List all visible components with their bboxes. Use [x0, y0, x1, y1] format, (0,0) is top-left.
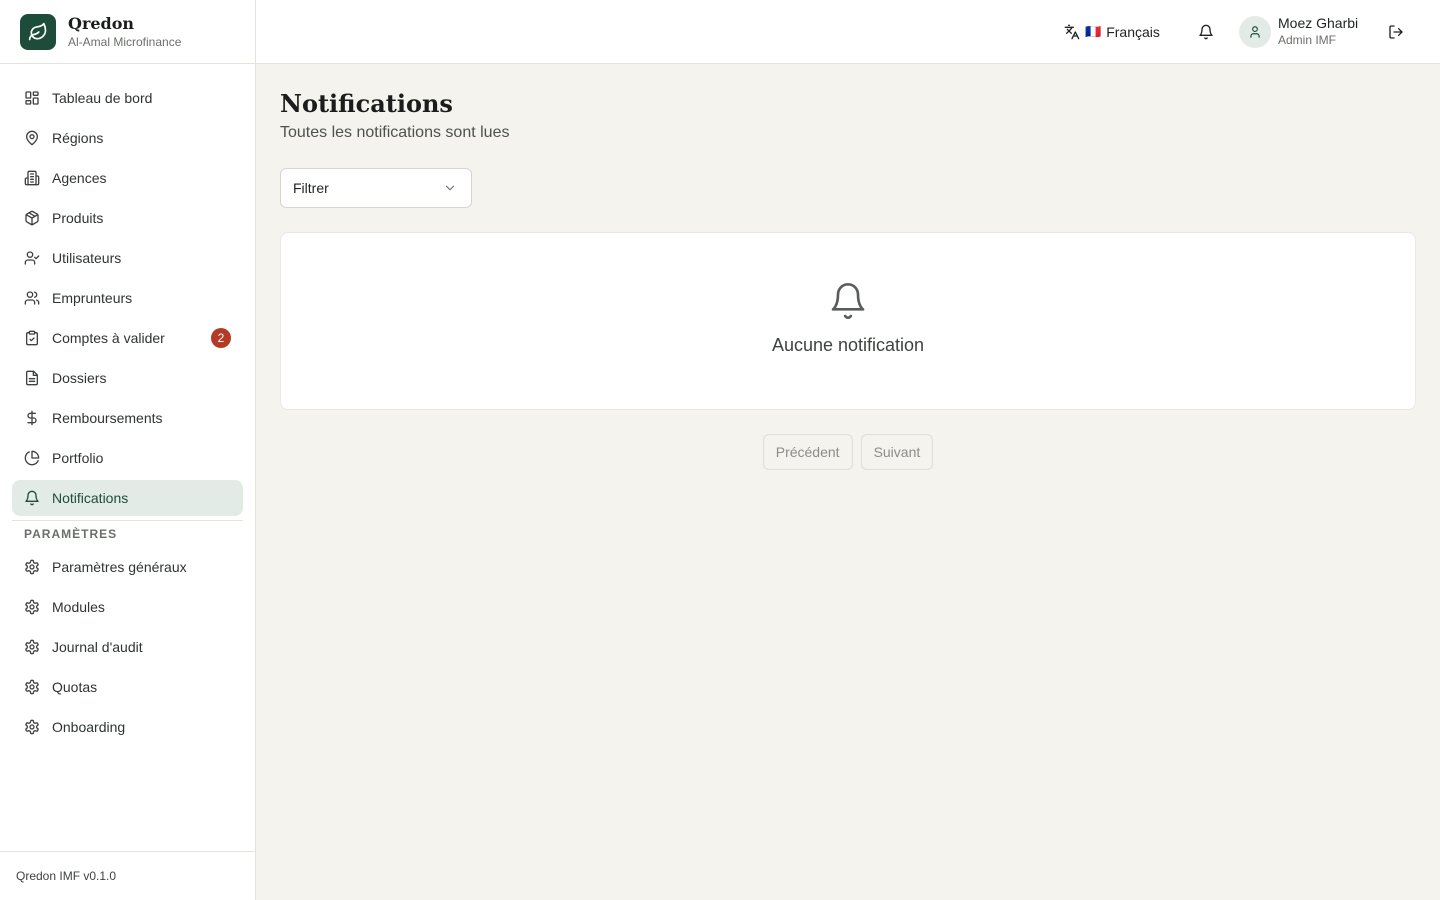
notifications-empty-card: Aucune notification	[280, 232, 1416, 410]
file-text-icon	[24, 370, 40, 386]
filter-value: Filtrer	[293, 180, 329, 196]
sidebar-item-label: Modules	[52, 599, 105, 615]
sidebar-item-label: Onboarding	[52, 719, 126, 735]
sidebar-nav: Tableau de bord Régions Agences Produits…	[0, 64, 255, 745]
page-title: Notifications	[280, 89, 453, 118]
building-icon	[24, 170, 40, 186]
user-icon	[1248, 25, 1262, 39]
gear-icon	[24, 639, 40, 655]
settings-section-title: PARAMÈTRES	[24, 527, 118, 541]
sidebar-item-label: Tableau de bord	[52, 90, 153, 106]
pie-chart-icon	[24, 450, 40, 466]
gear-icon	[24, 719, 40, 735]
sidebar-item-dossiers[interactable]: Dossiers	[12, 360, 243, 396]
translate-icon	[1064, 24, 1080, 40]
avatar[interactable]	[1239, 16, 1271, 48]
language-switcher[interactable]: 🇫🇷 Français	[1064, 20, 1160, 44]
user-check-icon	[24, 250, 40, 266]
sidebar-item-label: Quotas	[52, 679, 98, 695]
pending-count-badge: 2	[211, 328, 231, 348]
gear-icon	[24, 679, 40, 695]
sidebar-item-label: Produits	[52, 210, 104, 226]
logout-icon	[1388, 24, 1404, 40]
logout-button[interactable]	[1384, 20, 1408, 44]
chevron-down-icon	[443, 181, 457, 195]
users-icon	[24, 290, 40, 306]
next-page-button[interactable]: Suivant	[860, 434, 934, 470]
gear-icon	[24, 599, 40, 615]
pagination: Précédent Suivant	[280, 434, 1416, 470]
page-subtitle: Toutes les notifications sont lues	[280, 124, 510, 141]
sidebar-item-onboarding[interactable]: Onboarding	[12, 709, 243, 745]
sidebar-item-tableau-de-bord[interactable]: Tableau de bord	[12, 80, 243, 116]
sidebar-item-notifications[interactable]: Notifications	[12, 480, 243, 516]
sidebar-item-label: Remboursements	[52, 410, 163, 426]
previous-page-button[interactable]: Précédent	[762, 434, 853, 470]
sidebar-item-quotas[interactable]: Quotas	[12, 669, 243, 705]
sidebar-item-remboursements[interactable]: Remboursements	[12, 400, 243, 436]
dollar-icon	[24, 410, 40, 426]
sidebar-item-label: Utilisateurs	[52, 250, 122, 266]
empty-state-text: Aucune notification	[771, 335, 925, 355]
sidebar-item-utilisateurs[interactable]: Utilisateurs	[12, 240, 243, 276]
sidebar: Qredon Al-Amal Microfinance Tableau de b…	[0, 0, 256, 900]
brand-name: Qredon	[68, 13, 135, 33]
notifications-button[interactable]	[1194, 20, 1218, 44]
clipboard-check-icon	[24, 330, 40, 346]
bell-icon	[1198, 24, 1214, 40]
sidebar-item-modules[interactable]: Modules	[12, 589, 243, 625]
map-pin-icon	[24, 130, 40, 146]
top-header: 🇫🇷 Français Moez Gharbi Admin IMF	[256, 0, 1440, 64]
sidebar-item-journal-audit[interactable]: Journal d'audit	[12, 629, 243, 665]
package-icon	[24, 210, 40, 226]
sidebar-item-label: Notifications	[52, 490, 129, 506]
main-content: Notifications Toutes les notifications s…	[280, 64, 1416, 470]
sidebar-item-regions[interactable]: Régions	[12, 120, 243, 156]
sidebar-item-label: Agences	[52, 170, 107, 186]
user-info: Moez Gharbi Admin IMF	[1278, 15, 1358, 47]
sidebar-item-label: Paramètres généraux	[52, 559, 187, 575]
brand[interactable]: Qredon Al-Amal Microfinance	[0, 0, 255, 64]
sidebar-item-agences[interactable]: Agences	[12, 160, 243, 196]
sidebar-item-label: Dossiers	[52, 370, 107, 386]
sidebar-item-comptes-a-valider[interactable]: Comptes à valider 2	[12, 320, 243, 356]
sidebar-item-produits[interactable]: Produits	[12, 200, 243, 236]
gear-icon	[24, 559, 40, 575]
leaf-logo-icon	[20, 13, 56, 50]
bell-icon	[24, 490, 40, 506]
sidebar-item-label: Régions	[52, 130, 104, 146]
sidebar-item-portfolio[interactable]: Portfolio	[12, 440, 243, 476]
sidebar-item-label: Portfolio	[52, 450, 104, 466]
filter-select[interactable]: Filtrer	[280, 168, 472, 208]
sidebar-item-label: Journal d'audit	[52, 639, 143, 655]
brand-subtitle: Al-Amal Microfinance	[68, 34, 182, 49]
sidebar-item-label: Emprunteurs	[52, 290, 133, 306]
bell-icon	[828, 281, 868, 321]
user-role: Admin IMF	[1278, 33, 1337, 47]
language-label: Français	[1106, 24, 1160, 40]
dashboard-icon	[24, 90, 40, 106]
flag-fr-icon: 🇫🇷	[1085, 24, 1102, 39]
sidebar-item-parametres-generaux[interactable]: Paramètres généraux	[12, 549, 243, 585]
sidebar-item-emprunteurs[interactable]: Emprunteurs	[12, 280, 243, 316]
user-name: Moez Gharbi	[1278, 15, 1359, 31]
sidebar-item-label: Comptes à valider	[52, 330, 165, 346]
app-version: Qredon IMF v0.1.0	[0, 851, 255, 900]
